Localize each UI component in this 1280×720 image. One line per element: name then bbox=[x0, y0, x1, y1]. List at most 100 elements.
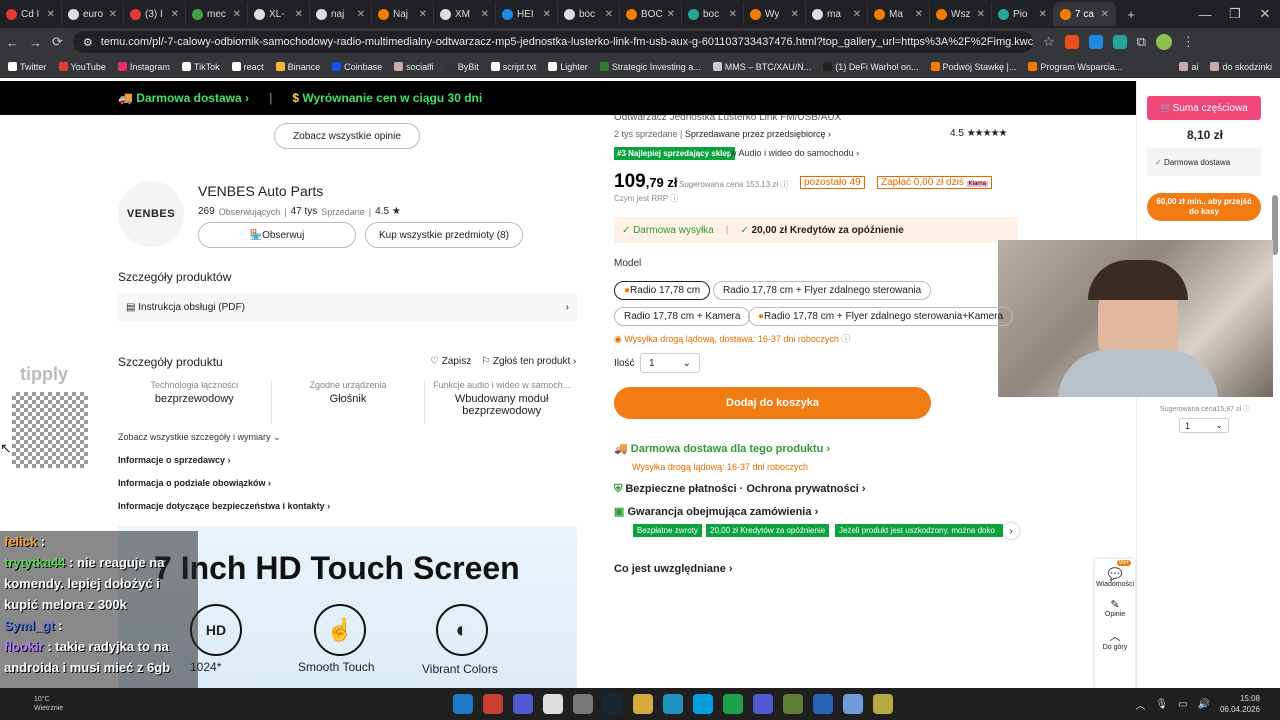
reload-icon[interactable]: ⟳ bbox=[52, 34, 63, 50]
network-icon[interactable]: ▭ bbox=[1178, 699, 1187, 710]
report-product-button[interactable]: ⚐ Zgłoś ten produkt › bbox=[481, 356, 576, 367]
forward-icon[interactable]: → bbox=[29, 35, 42, 50]
extension-icon[interactable] bbox=[1064, 35, 1079, 49]
taskbar-app-icon[interactable] bbox=[543, 694, 564, 714]
taskbar-app-icon[interactable] bbox=[723, 694, 744, 714]
taskbar-app-icon[interactable] bbox=[513, 694, 534, 714]
browser-tab[interactable]: boc ✕ bbox=[558, 2, 620, 26]
close-icon[interactable]: ✕ bbox=[729, 9, 737, 20]
close-icon[interactable]: ✕ bbox=[47, 9, 55, 20]
order-guarantee-link[interactable]: ▣ Gwarancja obejmująca zamówienia › bbox=[614, 505, 818, 518]
manual-pdf-row[interactable]: ▤ Instrukcja obsługi (PDF) › bbox=[118, 293, 577, 321]
bookmark-item[interactable]: MMS – BTC/XAU/N... bbox=[712, 62, 811, 72]
close-window-icon[interactable]: ✕ bbox=[1250, 6, 1280, 22]
model-option[interactable]: Radio 17,78 cm + Flyer zdalnego sterowan… bbox=[713, 281, 932, 300]
close-icon[interactable]: ✕ bbox=[481, 9, 489, 20]
close-icon[interactable]: ✕ bbox=[977, 9, 985, 20]
browser-tab[interactable]: mec ✕ bbox=[186, 2, 248, 26]
browser-tab[interactable]: XL- ✕ bbox=[248, 2, 310, 26]
browser-tab[interactable]: euro ✕ bbox=[62, 2, 124, 26]
taskbar-app-icon[interactable] bbox=[603, 694, 624, 714]
add-to-cart-button[interactable]: Dodaj do koszyka bbox=[614, 387, 931, 419]
quantity-select[interactable]: 1 ⌄ bbox=[640, 353, 700, 373]
browser-tab[interactable]: Wy ✕ bbox=[744, 2, 806, 26]
bookmark-item[interactable]: (1) DeFi Warhol on... bbox=[823, 62, 919, 72]
bookmark-item[interactable]: react bbox=[231, 62, 264, 72]
bestseller-category-link[interactable]: w Audio i wideo do samochodu › bbox=[730, 148, 859, 158]
bookmark-item[interactable]: Twitter bbox=[8, 62, 47, 72]
browser-tab[interactable]: Ma ✕ bbox=[868, 2, 930, 26]
browser-tab[interactable]: 7 ca ✕ bbox=[1054, 2, 1116, 26]
microphone-icon[interactable]: 🎙 bbox=[1155, 699, 1168, 710]
see-all-reviews-button[interactable]: Zobacz wszystkie opinie bbox=[274, 123, 420, 149]
bookmark-item[interactable]: Binance bbox=[275, 62, 320, 72]
close-icon[interactable]: ✕ bbox=[915, 9, 923, 20]
browser-tab[interactable]: boc ✕ bbox=[682, 2, 744, 26]
new-tab-button[interactable]: + bbox=[1116, 7, 1146, 22]
info-link[interactable]: Informacje o sprzedawcy › bbox=[118, 455, 330, 465]
taskbar-app-icon[interactable] bbox=[813, 694, 834, 714]
buy-all-items-button[interactable]: Kup wszystkie przedmioty (8) bbox=[365, 222, 523, 248]
extension-icon[interactable] bbox=[1112, 35, 1127, 49]
taskbar-app-icon[interactable] bbox=[573, 694, 594, 714]
close-icon[interactable]: ✕ bbox=[791, 9, 799, 20]
restore-icon[interactable]: ❐ bbox=[1220, 6, 1250, 22]
what-is-rrp-link[interactable]: Czym jest RRP ⓘ bbox=[614, 193, 678, 204]
browser-tab[interactable]: Pio ✕ bbox=[992, 2, 1054, 26]
free-delivery-product-link[interactable]: 🚚 Darmowa dostawa dla tego produktu › bbox=[614, 442, 830, 455]
bookmark-item[interactable]: do skodzinki bbox=[1210, 62, 1272, 72]
weather-widget[interactable]: 10°C Wietrznie bbox=[34, 695, 63, 713]
pay-later-badge[interactable]: Zapłać 0,00 zł dziś Klarna bbox=[877, 176, 992, 189]
profile-avatar[interactable] bbox=[1155, 34, 1172, 50]
close-icon[interactable]: ✕ bbox=[853, 9, 861, 20]
bookmark-item[interactable]: socialfi bbox=[394, 62, 434, 72]
taskbar-app-icon[interactable] bbox=[753, 694, 774, 714]
close-icon[interactable]: ✕ bbox=[1101, 9, 1109, 20]
menu-icon[interactable]: ⋮ bbox=[1182, 34, 1195, 50]
close-icon[interactable]: ✕ bbox=[171, 9, 179, 20]
browser-tab[interactable]: Cd I ✕ bbox=[0, 2, 62, 26]
seller-logo[interactable]: VENBES bbox=[118, 181, 184, 247]
model-option[interactable]: ●Radio 17,78 cm bbox=[614, 281, 711, 300]
subtotal-button[interactable]: 🛒 Suma częściowa bbox=[1147, 96, 1261, 120]
follow-button[interactable]: 🏪 Obserwuj bbox=[198, 222, 356, 248]
price-match-promo[interactable]: $ Wyrównanie cen w ciągu 30 dni bbox=[292, 91, 482, 105]
bookmark-item[interactable]: ai bbox=[1179, 62, 1198, 72]
minimize-icon[interactable]: — bbox=[1190, 7, 1220, 22]
back-icon[interactable]: ← bbox=[6, 35, 19, 50]
close-icon[interactable]: ✕ bbox=[605, 9, 613, 20]
seller-name[interactable]: VENBES Auto Parts bbox=[198, 183, 323, 199]
taskbar-app-icon[interactable] bbox=[633, 694, 654, 714]
product-rating[interactable]: 4.5 ★★★★★ bbox=[950, 128, 1008, 139]
reviews-button[interactable]: ✎ Opinie bbox=[1095, 588, 1135, 618]
extensions-puzzle-icon[interactable]: ⧉ bbox=[1137, 34, 1146, 50]
taskbar-app-icon[interactable] bbox=[873, 694, 894, 714]
info-link[interactable]: Informacja o podziale obowiązków › bbox=[118, 478, 330, 488]
browser-tab[interactable]: BOC ✕ bbox=[620, 2, 682, 26]
close-icon[interactable]: ✕ bbox=[109, 9, 117, 20]
messages-button[interactable]: 💬 99+ Wiadomości bbox=[1095, 559, 1135, 588]
free-delivery-promo[interactable]: 🚚 Darmowa dostawa › bbox=[118, 91, 249, 105]
browser-tab[interactable]: Wsz ✕ bbox=[930, 2, 992, 26]
cart-item-quantity-select[interactable]: 1 ⌄ bbox=[1179, 418, 1229, 433]
bookmark-item[interactable]: script.txt bbox=[490, 62, 536, 72]
bookmark-item[interactable]: Coinbase bbox=[332, 62, 382, 72]
bookmark-star-icon[interactable]: ☆ bbox=[1043, 34, 1055, 50]
taskbar-app-icon[interactable] bbox=[783, 694, 804, 714]
close-icon[interactable]: ✕ bbox=[419, 9, 427, 20]
browser-tab[interactable]: ma ✕ bbox=[806, 2, 868, 26]
bookmark-item[interactable]: ByBit bbox=[445, 62, 479, 72]
browser-tab[interactable]: Naj ✕ bbox=[372, 2, 434, 26]
seller-type-link[interactable]: Sprzedawane przez przedsiębiorcę › bbox=[685, 129, 831, 139]
model-option[interactable]: ●Radio 17,78 cm + Flyer zdalnego sterowa… bbox=[748, 307, 1014, 326]
info-link[interactable]: Informacje dotyczące bezpieczeństwa i ko… bbox=[118, 501, 330, 511]
extension-icon[interactable] bbox=[1088, 35, 1103, 49]
secure-payment-link[interactable]: ⛨ Bezpieczne płatności · Ochrona prywatn… bbox=[614, 483, 866, 496]
browser-tab[interactable]: (3) I ✕ bbox=[124, 2, 186, 26]
close-icon[interactable]: ✕ bbox=[543, 9, 551, 20]
back-to-top-button[interactable]: ︿ Do góry bbox=[1095, 618, 1135, 651]
close-icon[interactable]: ✕ bbox=[295, 9, 303, 20]
close-icon[interactable]: ✕ bbox=[357, 9, 365, 20]
clock[interactable]: 15:08 06.04.2026 bbox=[1220, 693, 1260, 715]
close-icon[interactable]: ✕ bbox=[1039, 9, 1047, 20]
